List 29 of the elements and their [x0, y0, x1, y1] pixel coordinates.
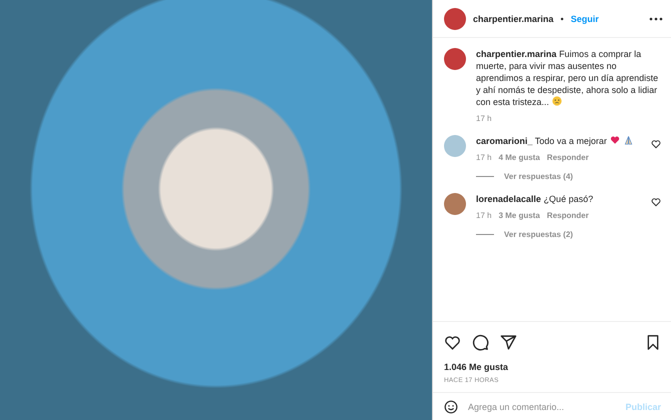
send-icon[interactable] — [500, 334, 517, 350]
heart-emoji-icon — [610, 135, 620, 145]
comment-likes[interactable]: 4 Me gusta — [498, 153, 540, 162]
smiley-icon[interactable] — [444, 400, 458, 414]
comment-likes[interactable]: 3 Me gusta — [498, 211, 540, 220]
comment-text: caromarioni_ Todo va a mejorar — [476, 135, 641, 147]
avatar[interactable] — [444, 193, 466, 215]
comment-bubble-icon[interactable] — [472, 334, 489, 350]
avatar[interactable] — [444, 48, 466, 70]
separator-dot: • — [560, 14, 564, 24]
caption-text: charpentier.marina Fuimos a comprar la muerte, para vivir mas ausentes no aprendimos a respirar, pero un día aprendiste y ahí nomás te despediste, ahora solo a lidiar con esta tristeza... — [476, 48, 660, 108]
reply-link[interactable]: Responder — [546, 211, 589, 220]
view-replies-link[interactable]: Ver respuestas (4) — [504, 172, 573, 181]
username[interactable]: charpentier.marina — [473, 14, 554, 24]
follow-link[interactable]: Seguir — [570, 14, 599, 24]
like-heart-icon[interactable] — [651, 139, 661, 149]
post-time: 17 h — [476, 114, 492, 123]
like-count[interactable]: 1.046 Me gusta — [444, 362, 661, 372]
like-heart-icon[interactable] — [651, 197, 661, 207]
sad-face-emoji-icon — [552, 96, 562, 106]
view-replies-link[interactable]: Ver respuestas (2) — [504, 230, 573, 239]
comment-time: 17 h — [476, 153, 492, 162]
comment-time: 17 h — [476, 211, 492, 220]
bookmark-icon[interactable] — [645, 334, 661, 350]
more-options-icon[interactable] — [649, 16, 663, 20]
like-heart-icon[interactable] — [444, 334, 461, 350]
avatar[interactable] — [444, 8, 466, 30]
comment-text: lorenadelacalle ¿Qué pasó? — [476, 193, 594, 205]
reply-link[interactable]: Responder — [546, 153, 589, 162]
